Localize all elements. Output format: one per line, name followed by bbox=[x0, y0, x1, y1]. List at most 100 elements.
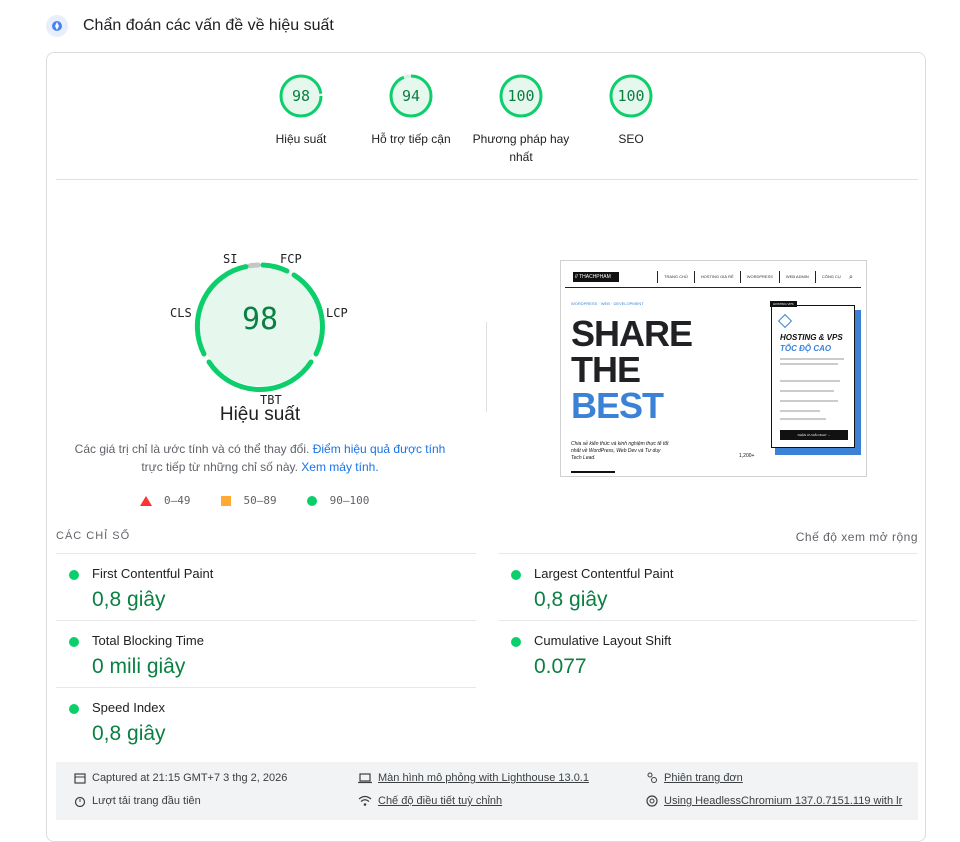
section-title: Chẩn đoán các vấn đề về hiệu suất bbox=[83, 17, 334, 34]
gauge-seo[interactable]: 100 SEO bbox=[576, 74, 686, 166]
legend-fail-label: 0–49 bbox=[164, 494, 191, 507]
metric-tbt[interactable]: Total Blocking Time 0 mili giây bbox=[56, 620, 476, 687]
metric-cls[interactable]: Cumulative Layout Shift 0.077 bbox=[498, 620, 918, 687]
hero-line: SHARE bbox=[571, 313, 693, 354]
score-gauges: 98 Hiệu suất 94 Hỗ trợ tiếp cận 100 Phươ… bbox=[246, 74, 686, 166]
captured-info: Captured at 21:15 GMT+7 3 thg 2, 2026 bbox=[74, 772, 287, 784]
screenshot-promo-box: HOSTING VPS HOSTING & VPS TỐC ĐỘ CAO NHẬ… bbox=[770, 301, 855, 448]
note-text: Các giá trị chỉ là ước tính và có thể th… bbox=[74, 442, 310, 456]
gauge-score: 100 bbox=[617, 87, 645, 105]
session-info[interactable]: Phiên trang đơn bbox=[646, 772, 743, 784]
screenshot-nav-item: HOSTING GIÁ RẺ bbox=[693, 271, 740, 283]
browser-text[interactable]: Using HeadlessChromium 137.0.7151.119 wi… bbox=[664, 795, 902, 807]
screenshot-logo: // THACHPHAM bbox=[573, 272, 619, 282]
promo-line bbox=[780, 363, 838, 365]
metric-value: 0,8 giây bbox=[92, 722, 166, 745]
throttling-info[interactable]: Chế độ điều tiết tuỳ chỉnh bbox=[358, 795, 502, 807]
metric-fcp[interactable]: First Contentful Paint 0,8 giây bbox=[56, 553, 476, 620]
screenshot-nav: // THACHPHAM TRANG CHỦ HOSTING GIÁ RẺ WO… bbox=[565, 265, 861, 288]
metric-name: Largest Contentful Paint bbox=[534, 566, 674, 581]
metric-si[interactable]: Speed Index 0,8 giây bbox=[56, 687, 476, 754]
divider-vertical bbox=[486, 322, 487, 412]
laptop-icon bbox=[358, 773, 372, 784]
promo-line bbox=[780, 400, 838, 402]
calculator-link[interactable]: Xem máy tính. bbox=[301, 460, 378, 474]
hero-line: THE bbox=[571, 349, 641, 390]
final-screenshot[interactable]: // THACHPHAM TRANG CHỦ HOSTING GIÁ RẺ WO… bbox=[560, 260, 867, 477]
circle-icon bbox=[306, 495, 317, 506]
divider bbox=[56, 179, 918, 180]
promo-subtitle: TỐC ĐỘ CAO bbox=[780, 344, 832, 353]
metric-name: First Contentful Paint bbox=[92, 566, 214, 581]
score-legend: 0–49 50–89 90–100 bbox=[140, 494, 399, 507]
session-icon bbox=[647, 772, 657, 783]
promo-line bbox=[780, 390, 834, 392]
legend-average-label: 50–89 bbox=[243, 494, 277, 507]
gauge-label: Phương pháp hay nhất bbox=[472, 132, 570, 164]
section-header: Chẩn đoán các vấn đề về hiệu suất bbox=[46, 12, 334, 40]
chromium-icon bbox=[646, 795, 658, 807]
pass-icon bbox=[69, 704, 79, 714]
wifi-icon bbox=[358, 795, 372, 806]
pass-icon bbox=[69, 637, 79, 647]
promo-title: HOSTING & VPS bbox=[780, 333, 843, 342]
square-icon bbox=[220, 495, 231, 506]
legend-average: 50–89 bbox=[220, 494, 277, 507]
gauge-score: 100 bbox=[507, 87, 535, 105]
metric-name: Cumulative Layout Shift bbox=[534, 633, 672, 648]
screenshot-eyebrow: WORDPRESS · WEB · DEVELOPMENT bbox=[571, 301, 644, 306]
promo-line bbox=[780, 380, 840, 382]
throttling-text[interactable]: Chế độ điều tiết tuỳ chỉnh bbox=[378, 795, 502, 807]
performance-score: 98 bbox=[241, 302, 279, 337]
metric-value: 0 mili giây bbox=[92, 655, 186, 678]
metric-value: 0.077 bbox=[534, 655, 587, 678]
expand-view-toggle[interactable]: Chế độ xem mở rộng bbox=[796, 530, 918, 544]
screenshot-stat: 1,200+ bbox=[739, 453, 755, 459]
gauge-label: SEO bbox=[618, 132, 644, 146]
first-load-info: Lượt tải trang đầu tiên bbox=[74, 795, 201, 807]
gauge-best-practices[interactable]: 100 Phương pháp hay nhất bbox=[466, 74, 576, 166]
pass-icon bbox=[69, 570, 79, 580]
screenshot-nav-item: WORDPRESS bbox=[739, 271, 779, 283]
promo-line bbox=[780, 410, 820, 412]
session-text[interactable]: Phiên trang đơn bbox=[664, 772, 743, 784]
promo-line bbox=[780, 358, 844, 360]
screenshot-nav-item: CÔNG CỤ bbox=[814, 271, 847, 283]
calendar-icon bbox=[74, 773, 86, 784]
note-text: trực tiếp từ những chỉ số này. bbox=[141, 460, 298, 474]
performance-title: Hiệu suất bbox=[219, 404, 301, 425]
screenshot-bar bbox=[571, 471, 615, 473]
metric-name: Speed Index bbox=[92, 700, 166, 715]
metric-value: 0,8 giây bbox=[92, 588, 166, 611]
metric-value: 0,8 giây bbox=[534, 588, 608, 611]
pass-icon bbox=[511, 570, 521, 580]
first-load-text: Lượt tải trang đầu tiên bbox=[92, 795, 201, 807]
metric-lcp[interactable]: Largest Contentful Paint 0,8 giây bbox=[498, 553, 918, 620]
runtime-settings: Captured at 21:15 GMT+7 3 thg 2, 2026 Lư… bbox=[56, 762, 918, 820]
metric-name: Total Blocking Time bbox=[92, 633, 204, 648]
promo-line bbox=[780, 418, 826, 420]
gauge-score: 98 bbox=[291, 87, 311, 105]
metrics-heading: CÁC CHỈ SỐ bbox=[56, 530, 131, 542]
captured-text: Captured at 21:15 GMT+7 3 thg 2, 2026 bbox=[92, 772, 288, 784]
legend-pass: 90–100 bbox=[306, 494, 370, 507]
hero-line: BEST bbox=[571, 385, 664, 426]
screenshot-desc: Chia sẻ kiến thức và kinh nghiệm thực tế… bbox=[571, 441, 669, 461]
lighthouse-icon bbox=[46, 15, 68, 37]
browser-info[interactable]: Using HeadlessChromium 137.0.7151.119 wi… bbox=[646, 795, 902, 807]
search-icon: ⌕ bbox=[849, 274, 853, 281]
screenshot-nav-item: TRANG CHỦ bbox=[657, 271, 694, 283]
gauge-accessibility[interactable]: 94 Hỗ trợ tiếp cận bbox=[356, 74, 466, 166]
legend-pass-label: 90–100 bbox=[329, 494, 370, 507]
timer-icon bbox=[74, 796, 86, 807]
score-calc-link[interactable]: Điểm hiệu quả được tính bbox=[313, 442, 446, 456]
score-note: Các giá trị chỉ là ước tính và có thể th… bbox=[70, 440, 450, 476]
promo-button: NHẬN ƯU ĐÃI NGAY → bbox=[780, 430, 848, 440]
promo-tag: HOSTING VPS bbox=[770, 301, 797, 307]
emulation-text[interactable]: Màn hình mô phỏng with Lighthouse 13.0.1 bbox=[378, 772, 589, 784]
screenshot-nav-item: WEB ADMIN bbox=[778, 271, 815, 283]
emulation-info[interactable]: Màn hình mô phỏng with Lighthouse 13.0.1 bbox=[358, 772, 589, 784]
metric-label-fcp: FCP bbox=[280, 252, 302, 266]
gauge-performance[interactable]: 98 Hiệu suất bbox=[246, 74, 356, 166]
gauge-label: Hỗ trợ tiếp cận bbox=[371, 132, 451, 146]
